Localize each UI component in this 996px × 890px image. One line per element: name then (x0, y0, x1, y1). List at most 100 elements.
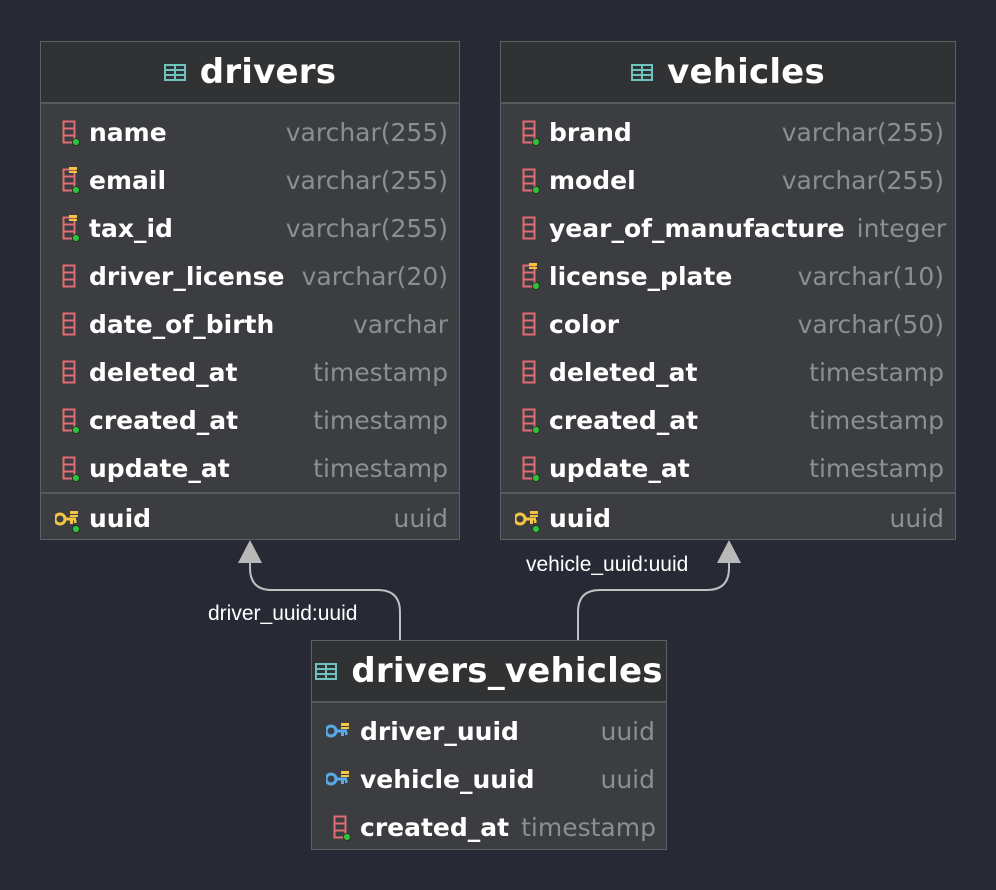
foreign-key-icon (326, 771, 349, 786)
column-row[interactable]: license_plate varchar(10) (501, 252, 955, 300)
column-type: timestamp (313, 405, 448, 435)
unique-index-icon (62, 215, 80, 242)
drivers-vehicles-table-header[interactable]: drivers_vehicles (312, 641, 666, 703)
column-row[interactable]: brand varchar(255) (501, 108, 955, 156)
column-name: created_at (360, 812, 510, 842)
column-notnull-icon (522, 168, 540, 194)
driver-relation-label: driver_uuid:uuid (208, 602, 358, 625)
column-row[interactable]: color varchar(50) (501, 300, 955, 348)
driver-relation-arrow (238, 540, 262, 563)
driver-relation-line (249, 562, 401, 640)
column-type: uuid (600, 716, 655, 746)
primary-key-icon (55, 510, 80, 533)
column-type: timestamp (809, 405, 944, 435)
column-type: varchar(10) (797, 261, 944, 291)
column-type: varchar(255) (781, 165, 944, 195)
column-row[interactable]: driver_uuid uuid (312, 707, 666, 755)
column-row[interactable]: created_at timestamp (501, 396, 955, 444)
primary-key-icon (515, 510, 540, 533)
column-row[interactable]: created_at timestamp (312, 803, 666, 851)
column-name: tax_id (89, 213, 173, 243)
column-name: model (549, 165, 636, 195)
column-row[interactable]: vehicle_uuid uuid (312, 755, 666, 803)
column-list: brand varchar(255) model varchar(255) ye… (501, 104, 955, 492)
column-type: timestamp (313, 453, 448, 483)
drivers-vehicles-table[interactable]: drivers_vehicles driver_uuid uuid vehicl… (311, 640, 667, 850)
column-name: date_of_birth (89, 309, 275, 339)
column-row[interactable]: update_at timestamp (501, 444, 955, 492)
column-type: varchar(255) (285, 117, 448, 147)
table-icon (315, 662, 338, 680)
column-name: deleted_at (549, 357, 698, 387)
column-type: timestamp (313, 357, 448, 387)
column-icon (522, 216, 536, 240)
column-row[interactable]: model varchar(255) (501, 156, 955, 204)
column-name: driver_uuid (360, 716, 519, 746)
column-notnull-icon (62, 456, 80, 482)
column-type: varchar(255) (781, 117, 944, 147)
column-name: uuid (549, 504, 612, 533)
column-type: varchar (352, 309, 448, 339)
column-row[interactable]: created_at timestamp (41, 396, 459, 444)
column-row[interactable]: deleted_at timestamp (501, 348, 955, 396)
vehicle-relation-arrow (717, 540, 741, 563)
column-notnull-icon (522, 120, 540, 146)
primary-key-section: uuid uuid (41, 492, 459, 543)
vehicle-relation-label: vehicle_uuid:uuid (526, 553, 689, 576)
vehicles-table[interactable]: vehicles brand varchar(255) model varcha… (500, 41, 956, 540)
drivers-table[interactable]: drivers name varchar(255) email varchar(… (40, 41, 460, 540)
unique-index-icon (62, 167, 80, 194)
column-name: name (89, 117, 167, 147)
column-list: driver_uuid uuid vehicle_uuid uuid creat… (312, 703, 666, 851)
column-name: license_plate (549, 261, 733, 291)
column-type: uuid (600, 764, 655, 794)
column-notnull-icon (333, 815, 351, 841)
table-icon (631, 63, 654, 81)
column-name: year_of_manufacture (549, 213, 845, 243)
column-list: name varchar(255) email varchar(255) tax… (41, 104, 459, 492)
column-type: varchar(50) (797, 309, 944, 339)
column-row[interactable]: uuid uuid (501, 494, 955, 543)
column-name: created_at (89, 405, 239, 435)
column-type: timestamp (809, 453, 944, 483)
column-name: update_at (89, 453, 230, 483)
table-title: drivers_vehicles (351, 651, 663, 691)
column-name: deleted_at (89, 357, 238, 387)
column-name: vehicle_uuid (360, 764, 535, 794)
column-type: uuid (393, 504, 448, 533)
column-row[interactable]: tax_id varchar(255) (41, 204, 459, 252)
column-type: varchar(255) (285, 165, 448, 195)
column-icon (62, 264, 76, 288)
column-icon (522, 360, 536, 384)
column-type: varchar(255) (285, 213, 448, 243)
column-name: color (549, 309, 620, 339)
column-row[interactable]: name varchar(255) (41, 108, 459, 156)
column-type: integer (856, 213, 947, 243)
column-type: varchar(20) (301, 261, 448, 291)
column-row[interactable]: uuid uuid (41, 494, 459, 543)
column-notnull-icon (62, 408, 80, 434)
primary-key-section: uuid uuid (501, 492, 955, 543)
column-name: brand (549, 117, 632, 147)
column-notnull-icon (522, 456, 540, 482)
column-icon (62, 360, 76, 384)
unique-index-icon (522, 263, 540, 290)
vehicles-table-header[interactable]: vehicles (501, 42, 955, 104)
column-row[interactable]: deleted_at timestamp (41, 348, 459, 396)
drivers-table-header[interactable]: drivers (41, 42, 459, 104)
column-notnull-icon (522, 408, 540, 434)
foreign-key-icon (326, 723, 349, 738)
column-type: timestamp (809, 357, 944, 387)
column-row[interactable]: date_of_birth varchar (41, 300, 459, 348)
column-name: created_at (549, 405, 699, 435)
column-row[interactable]: driver_license varchar(20) (41, 252, 459, 300)
column-name: driver_license (89, 261, 285, 291)
column-row[interactable]: email varchar(255) (41, 156, 459, 204)
column-notnull-icon (62, 120, 80, 146)
column-row[interactable]: update_at timestamp (41, 444, 459, 492)
table-icon (163, 63, 186, 81)
column-row[interactable]: year_of_manufacture integer (501, 204, 955, 252)
column-name: update_at (549, 453, 690, 483)
column-name: email (89, 165, 167, 195)
column-name: uuid (89, 504, 152, 533)
